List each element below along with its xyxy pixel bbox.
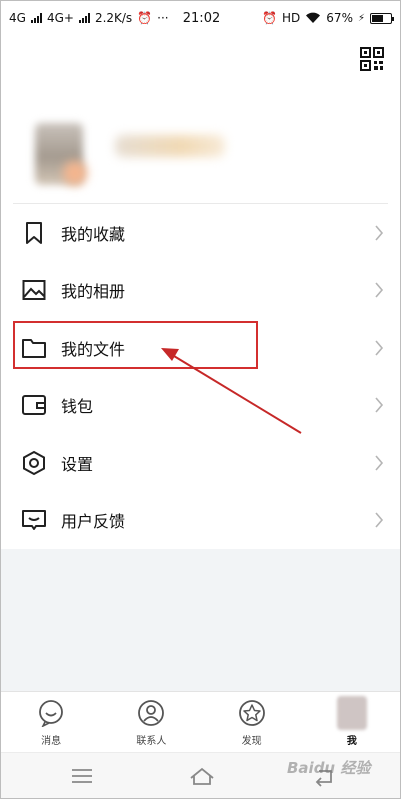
bottom-tab-bar: 消息 联系人 发现 我 xyxy=(1,691,400,751)
status-right: ⏰ HD 67% ⚡ xyxy=(262,11,394,25)
username-blurred xyxy=(115,135,225,157)
chevron-right-icon xyxy=(375,225,384,241)
chevron-right-icon xyxy=(375,397,384,413)
charging-icon: ⚡ xyxy=(357,12,365,24)
wallet-icon xyxy=(21,392,47,418)
settings-icon xyxy=(21,450,47,476)
bookmark-icon xyxy=(21,220,47,246)
menu-item-label: 用户反馈 xyxy=(61,512,126,532)
discover-icon xyxy=(237,698,267,728)
chevron-right-icon xyxy=(375,455,384,471)
menu-item-favorites[interactable]: 我的收藏 xyxy=(1,204,400,262)
menu-item-label: 钱包 xyxy=(61,397,94,417)
menu-icon[interactable] xyxy=(69,765,95,787)
menu-item-settings[interactable]: 设置 xyxy=(1,434,400,492)
contacts-icon xyxy=(136,698,166,728)
annotation-arrow xyxy=(161,348,302,434)
alarm-clock-icon: ⏰ xyxy=(262,11,278,25)
profile-header[interactable] xyxy=(23,111,383,201)
menu-item-label: 我的收藏 xyxy=(61,224,126,244)
hd-indicator: HD xyxy=(282,11,301,25)
message-icon xyxy=(36,698,66,728)
signal-icon xyxy=(30,13,42,23)
menu-item-album[interactable]: 我的相册 xyxy=(1,262,400,320)
network-speed: 2.2K/s xyxy=(94,11,133,25)
signal-icon xyxy=(78,13,90,23)
tab-label: 我 xyxy=(346,736,357,747)
tab-label: 联系人 xyxy=(136,736,167,747)
battery-icon xyxy=(370,12,394,24)
status-left: 4G 4G+ 2.2K/s ⏰ ··· xyxy=(9,11,169,25)
app-screen: 4G 4G+ 2.2K/s ⏰ ··· 21:02 ⏰ HD 67% ⚡ 我的收… xyxy=(0,0,401,799)
menu-item-label: 设置 xyxy=(61,454,94,474)
alarm-icon: ⏰ xyxy=(137,11,153,25)
photo-icon xyxy=(21,277,47,303)
watermark: Baidu 经验 xyxy=(287,759,371,777)
wifi-icon xyxy=(306,12,321,23)
chevron-right-icon xyxy=(375,340,384,356)
tab-label: 消息 xyxy=(41,736,62,747)
menu-item-feedback[interactable]: 用户反馈 xyxy=(1,492,400,550)
more-indicator: ··· xyxy=(157,11,169,25)
tab-label: 发现 xyxy=(241,736,262,747)
tab-discover[interactable]: 发现 xyxy=(202,692,302,751)
feedback-icon xyxy=(21,507,47,533)
battery-percent: 67% xyxy=(326,11,353,25)
chevron-right-icon xyxy=(375,512,384,528)
avatar-accent xyxy=(63,161,87,185)
empty-area xyxy=(1,549,400,691)
qr-code-icon[interactable] xyxy=(360,47,384,71)
network-type-1: 4G xyxy=(9,11,26,25)
avatar-thumbnail xyxy=(336,696,367,730)
home-icon[interactable] xyxy=(189,765,215,787)
avatar xyxy=(336,696,367,730)
chevron-right-icon xyxy=(375,282,384,298)
tab-contacts[interactable]: 联系人 xyxy=(101,692,201,751)
battery-fill xyxy=(372,14,384,22)
tab-messages[interactable]: 消息 xyxy=(1,692,101,751)
tab-me[interactable]: 我 xyxy=(302,692,400,751)
network-type-2: 4G+ xyxy=(46,11,74,25)
menu-item-label: 我的相册 xyxy=(61,282,126,302)
status-bar: 4G 4G+ 2.2K/s ⏰ ··· 21:02 ⏰ HD 67% ⚡ xyxy=(1,1,400,35)
